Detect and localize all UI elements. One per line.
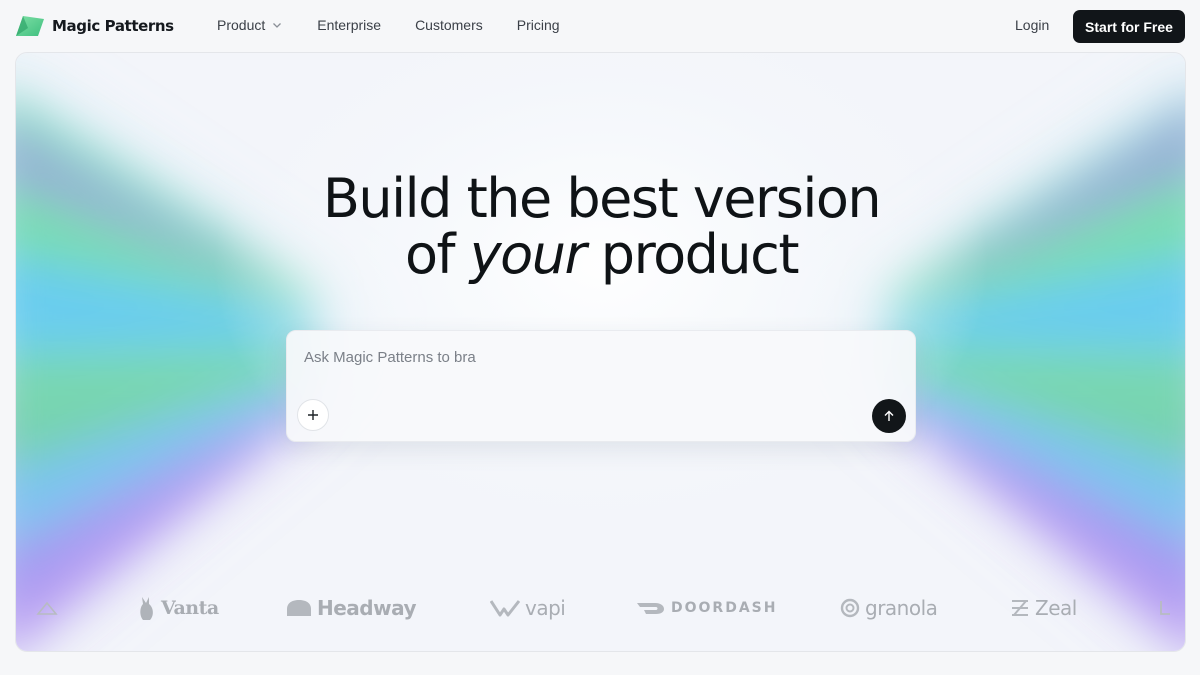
customer-name: granola bbox=[865, 596, 938, 620]
customer-logo-zeal: Zeal bbox=[1010, 593, 1077, 623]
customer-name: vapi bbox=[525, 596, 566, 620]
arrow-up-icon bbox=[884, 410, 894, 421]
customer-name: Zeal bbox=[1035, 596, 1077, 620]
login-link[interactable]: Login bbox=[1015, 17, 1049, 33]
hero-section: Build the best version of your product V… bbox=[15, 52, 1186, 652]
headline-line-1: Build the best version bbox=[322, 167, 882, 230]
zeal-logo-icon bbox=[1012, 600, 1028, 616]
partial-logo-right bbox=[1158, 593, 1172, 623]
doordash-logo-icon bbox=[637, 603, 664, 614]
customer-logo-vanta: Vanta bbox=[138, 593, 219, 623]
headline-suffix: product bbox=[585, 223, 800, 286]
customer-name: Headway bbox=[317, 596, 417, 620]
nav-item-label: Customers bbox=[415, 17, 483, 33]
brand-name: Magic Patterns bbox=[52, 17, 174, 35]
customer-logo-granola: granola bbox=[840, 593, 938, 623]
customer-logos: Vanta Headway vapi DOORDASH granola Zeal bbox=[16, 583, 1185, 633]
customer-logo-doordash: DOORDASH bbox=[636, 593, 777, 623]
hero-headline: Build the best version of your product bbox=[16, 171, 1185, 286]
top-nav: Magic Patterns Product Enterprise Custom… bbox=[0, 0, 1200, 52]
brand-link[interactable]: Magic Patterns bbox=[14, 14, 174, 38]
nav-links: Product Enterprise Customers Pricing bbox=[217, 17, 594, 33]
prompt-box bbox=[286, 330, 916, 442]
start-for-free-button[interactable]: Start for Free bbox=[1073, 10, 1185, 43]
attach-button[interactable] bbox=[297, 399, 329, 431]
bracket-logo-icon bbox=[1160, 601, 1170, 615]
nav-item-product[interactable]: Product bbox=[217, 17, 283, 33]
plus-icon bbox=[308, 410, 318, 420]
granola-logo-icon bbox=[840, 598, 860, 618]
customer-name: Vanta bbox=[161, 597, 219, 619]
nav-item-customers[interactable]: Customers bbox=[415, 17, 483, 33]
customer-logo-headway: Headway bbox=[286, 593, 417, 623]
vapi-logo-icon bbox=[490, 600, 520, 617]
headway-logo-icon bbox=[287, 600, 311, 616]
nav-item-label: Pricing bbox=[516, 17, 560, 33]
nav-item-enterprise[interactable]: Enterprise bbox=[317, 17, 381, 33]
nav-item-label: Product bbox=[217, 17, 266, 33]
triangle-logo-icon bbox=[36, 601, 58, 615]
chevron-down-icon bbox=[273, 23, 282, 28]
customer-logo-vapi: vapi bbox=[490, 593, 566, 623]
customer-name: DOORDASH bbox=[671, 600, 778, 616]
vanta-logo-icon bbox=[140, 597, 153, 620]
nav-item-label: Enterprise bbox=[317, 17, 382, 33]
headline-prefix: of bbox=[405, 223, 470, 286]
nav-item-pricing[interactable]: Pricing bbox=[517, 17, 560, 33]
prompt-input[interactable] bbox=[304, 349, 884, 366]
magic-patterns-logo-icon bbox=[16, 16, 44, 36]
partial-logo-left bbox=[36, 593, 58, 623]
headline-emphasis: your bbox=[469, 223, 587, 286]
send-button[interactable] bbox=[872, 399, 906, 433]
